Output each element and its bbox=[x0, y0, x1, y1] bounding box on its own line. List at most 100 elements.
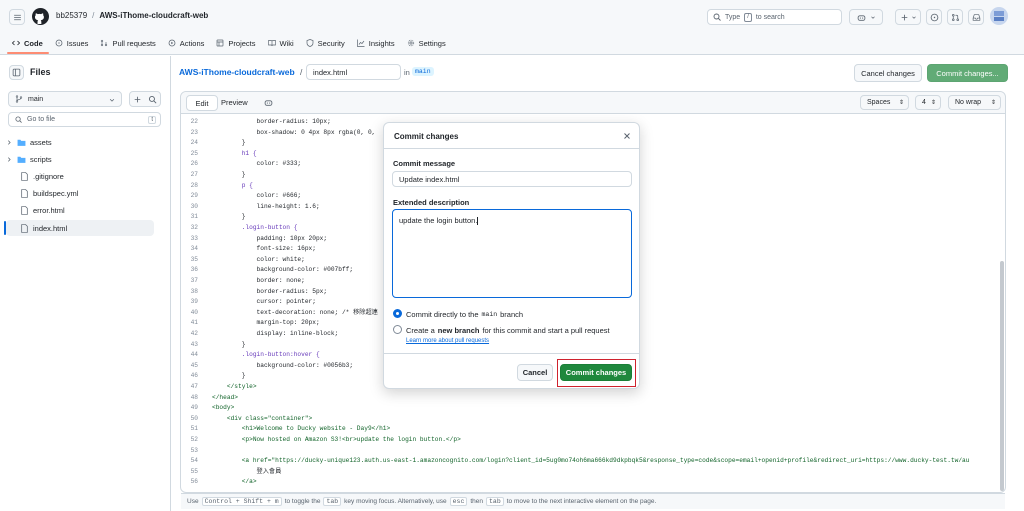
inbox-icon bbox=[972, 13, 980, 21]
plus-icon[interactable] bbox=[133, 95, 142, 104]
footer-text: to move to the next interactive element … bbox=[506, 498, 657, 505]
line-number: 54 bbox=[190, 457, 198, 465]
line-number: 49 bbox=[190, 404, 198, 412]
edit-tab[interactable]: Edit bbox=[186, 95, 218, 111]
footer-key: esc bbox=[449, 497, 468, 506]
table-icon bbox=[217, 39, 224, 47]
learn-more-link[interactable]: Learn more about pull requests bbox=[406, 338, 489, 344]
preview-tab[interactable]: Preview bbox=[221, 98, 248, 107]
issue-opened-icon bbox=[930, 13, 938, 21]
go-to-file-input[interactable]: Go to file t bbox=[8, 112, 161, 127]
inbox-button[interactable] bbox=[968, 9, 984, 25]
github-logo-icon[interactable] bbox=[32, 8, 49, 25]
commit-message-input[interactable]: Update index.html bbox=[392, 171, 632, 187]
repo-link[interactable]: AWS-iThome-cloudcraft-web bbox=[99, 11, 208, 20]
tree-item-error[interactable]: error.html bbox=[6, 202, 154, 218]
code-icon bbox=[12, 40, 20, 46]
commit-message-label: Commit message bbox=[393, 159, 456, 168]
menu-button[interactable] bbox=[9, 9, 25, 25]
tab-issues[interactable]: Issues bbox=[49, 36, 95, 50]
line-number: 30 bbox=[190, 202, 198, 210]
tab-projects[interactable]: Projects bbox=[210, 36, 261, 50]
extended-description-textarea[interactable]: update the login button. bbox=[392, 209, 632, 298]
indent-mode-value: Spaces bbox=[867, 99, 891, 106]
option-text: Create a bbox=[406, 326, 435, 335]
line-number: 25 bbox=[190, 149, 198, 157]
tree-item-scripts[interactable]: scripts bbox=[6, 151, 154, 167]
tab-pull-requests-label: Pull requests bbox=[112, 38, 156, 48]
search-icon[interactable] bbox=[148, 95, 157, 104]
line-text: display: inline-block; bbox=[212, 330, 339, 337]
commit-changes-button[interactable]: Commit changes... bbox=[927, 64, 1008, 82]
copilot-icon[interactable] bbox=[264, 98, 273, 107]
line-number: 55 bbox=[190, 467, 198, 475]
dialog-commit-button[interactable]: Commit changes bbox=[560, 364, 632, 381]
extended-description-label: Extended description bbox=[393, 198, 470, 207]
dialog-cancel-button[interactable]: Cancel bbox=[517, 364, 553, 381]
editor-scrollbar[interactable] bbox=[1000, 261, 1004, 491]
new-branch-radio[interactable] bbox=[393, 325, 402, 334]
line-number: 32 bbox=[190, 224, 198, 231]
description-text: update the login button. bbox=[399, 216, 478, 225]
line-text: } bbox=[212, 213, 246, 221]
line-text: padding: 10px 20px; bbox=[212, 234, 328, 242]
hamburger-icon bbox=[13, 14, 21, 20]
line-text: <h1>Welcome to Ducky website - Day9</h1> bbox=[212, 425, 391, 433]
footer-text: then bbox=[470, 498, 484, 505]
tree-item-buildspec[interactable]: buildspec.yml bbox=[6, 185, 154, 201]
repo-breadcrumb: bb25379 / AWS-iThome-cloudcraft-web bbox=[56, 11, 208, 20]
tab-code[interactable]: Code bbox=[6, 36, 49, 50]
repo-nav: Code Issues Pull requests Actions Projec… bbox=[6, 36, 452, 50]
indent-mode-select[interactable]: Spaces ⇕ bbox=[860, 95, 909, 110]
filename-input[interactable]: index.html bbox=[306, 64, 401, 80]
dialog-divider bbox=[384, 148, 639, 149]
commit-direct-radio[interactable] bbox=[393, 309, 402, 318]
commit-direct-label: Commit directly to the main branch bbox=[406, 310, 523, 319]
tab-actions[interactable]: Actions bbox=[162, 36, 211, 50]
line-text: <div class="container"> bbox=[212, 414, 313, 422]
file-icon bbox=[21, 205, 28, 215]
line-text: <p>Now hosted on Amazon S3!<br>update th… bbox=[212, 436, 461, 443]
pull-requests-button[interactable] bbox=[947, 9, 963, 25]
line-text: background-color: #0056b3; bbox=[212, 361, 354, 369]
tree-item-assets[interactable]: assets bbox=[6, 134, 154, 150]
line-text: <a href="https://ducky-unique123.auth.us… bbox=[212, 457, 970, 465]
copilot-button[interactable] bbox=[849, 9, 883, 25]
create-new-button[interactable] bbox=[895, 9, 921, 25]
tree-item-gitignore[interactable]: .gitignore bbox=[6, 168, 154, 184]
line-number: 31 bbox=[190, 213, 198, 221]
tree-item-index[interactable]: index.html bbox=[6, 220, 154, 236]
tab-security[interactable]: Security bbox=[300, 36, 351, 50]
indent-size-select[interactable]: 4 ⇕ bbox=[915, 95, 941, 110]
line-text: .login-button:hover { bbox=[212, 351, 320, 359]
close-icon[interactable] bbox=[623, 132, 631, 140]
issues-button[interactable] bbox=[926, 9, 942, 25]
repo-root-link[interactable]: AWS-iThome-cloudcraft-web bbox=[179, 67, 295, 77]
code-line: 50 <div class="container"> bbox=[180, 414, 1000, 425]
footer-text: key moving focus. Alternatively, use bbox=[344, 498, 447, 505]
line-number: 27 bbox=[190, 171, 198, 178]
pull-request-icon bbox=[101, 39, 108, 47]
line-text: border-radius: 5px; bbox=[212, 287, 328, 295]
tab-pull-requests[interactable]: Pull requests bbox=[94, 36, 161, 50]
line-number: 45 bbox=[190, 361, 198, 369]
cancel-changes-button[interactable]: Cancel changes bbox=[854, 64, 922, 82]
branch-selector[interactable]: main bbox=[8, 91, 122, 107]
line-number: 36 bbox=[190, 266, 198, 274]
wrap-mode-select[interactable]: No wrap ⇕ bbox=[948, 95, 1001, 110]
tab-settings[interactable]: Settings bbox=[401, 36, 452, 50]
line-text: margin-top: 20px; bbox=[212, 319, 320, 327]
owner-link[interactable]: bb25379 bbox=[56, 11, 87, 20]
tab-wiki[interactable]: Wiki bbox=[262, 36, 300, 50]
line-number: 38 bbox=[190, 287, 198, 295]
search-input[interactable]: Type / to search bbox=[707, 9, 842, 25]
search-icon bbox=[15, 116, 22, 123]
dialog-divider bbox=[384, 353, 639, 354]
issue-icon bbox=[55, 39, 63, 47]
tab-insights[interactable]: Insights bbox=[351, 36, 401, 50]
chevron-down-icon bbox=[109, 98, 115, 102]
files-heading: Files bbox=[30, 67, 51, 77]
tree-item-label: buildspec.yml bbox=[33, 188, 79, 198]
collapse-sidebar-button[interactable] bbox=[9, 65, 24, 80]
avatar[interactable] bbox=[990, 7, 1008, 25]
